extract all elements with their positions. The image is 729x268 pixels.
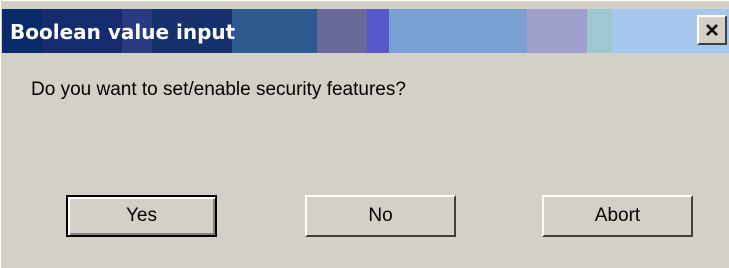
window-title: Boolean value input (10, 20, 236, 44)
abort-button[interactable]: Abort (542, 195, 693, 237)
boolean-input-dialog: Boolean value input Do you want to set/e… (0, 0, 729, 268)
close-button[interactable] (697, 15, 727, 45)
titlebar-segment (317, 9, 367, 53)
dialog-message: Do you want to set/enable security featu… (31, 79, 406, 100)
close-icon (706, 24, 718, 36)
no-button[interactable]: No (305, 195, 456, 237)
title-bar[interactable]: Boolean value input (2, 9, 729, 53)
titlebar-segment (389, 9, 527, 53)
titlebar-segment (527, 9, 587, 53)
titlebar-segment (587, 9, 612, 53)
titlebar-segment (232, 9, 317, 53)
titlebar-segment (367, 9, 389, 53)
yes-button[interactable]: Yes (66, 195, 217, 237)
